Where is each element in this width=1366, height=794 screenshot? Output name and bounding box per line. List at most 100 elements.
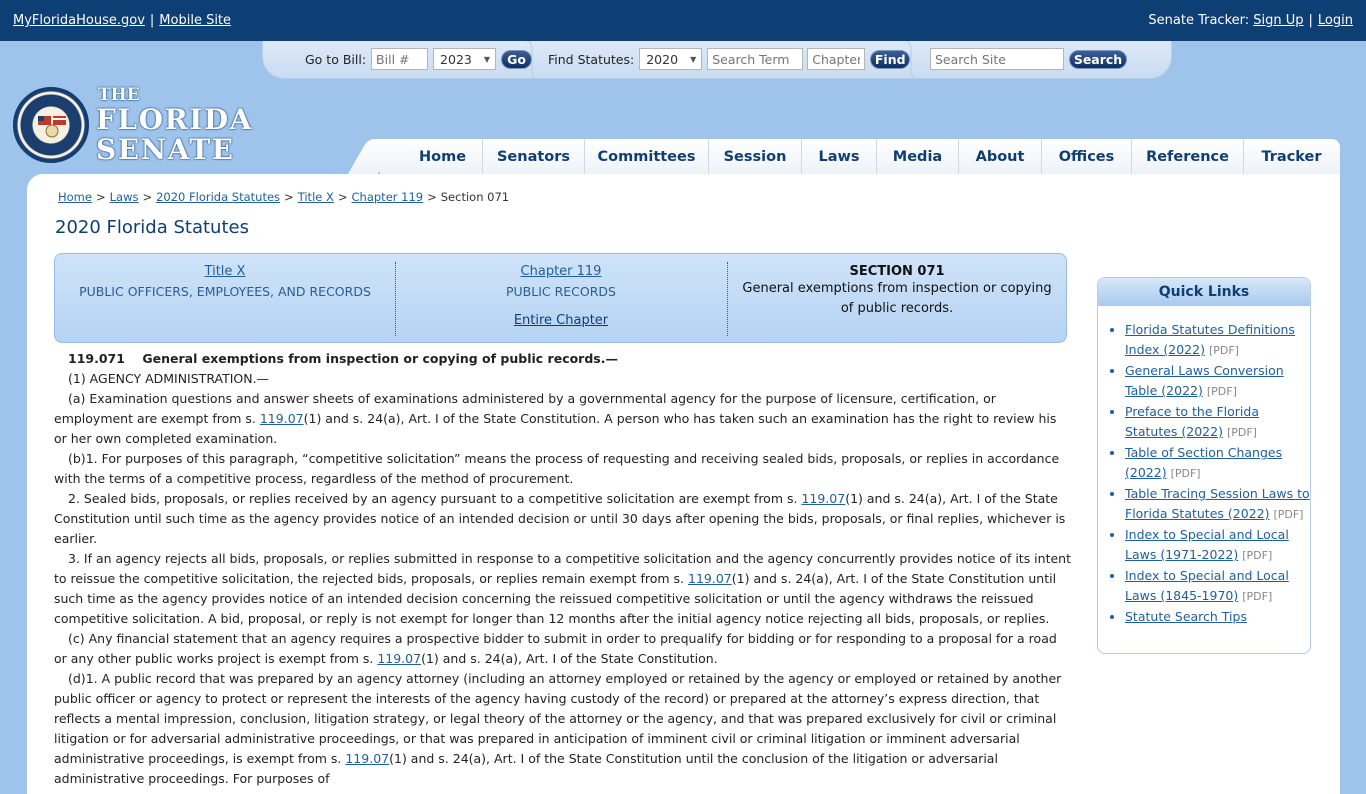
- pdf-tag: [PDF]: [1242, 549, 1273, 562]
- paragraph-b2-text: 2. Sealed bids, proposals, or replies re…: [68, 491, 802, 506]
- heading-chapter-column: Chapter 119 PUBLIC RECORDS Entire Chapte…: [395, 254, 727, 344]
- chevron-down-icon: ▼: [483, 55, 491, 64]
- list-item: Florida Statutes Definitions Index (2022…: [1125, 320, 1310, 361]
- list-item: Table of Section Changes (2022) [PDF]: [1125, 443, 1310, 484]
- quick-links-box: Quick Links Florida Statutes Definitions…: [1097, 277, 1311, 654]
- breadcrumb-chapter[interactable]: Chapter 119: [352, 190, 424, 204]
- breadcrumb-separator: >: [142, 190, 153, 204]
- list-item: General Laws Conversion Table (2022) [PD…: [1125, 361, 1310, 402]
- nav-offices[interactable]: Offices: [1042, 139, 1132, 174]
- nav-session[interactable]: Session: [709, 139, 802, 174]
- senate-seal-icon: [13, 87, 89, 163]
- quick-links-list: Florida Statutes Definitions Index (2022…: [1098, 320, 1310, 627]
- list-item: Statute Search Tips: [1125, 607, 1310, 627]
- site-search-input[interactable]: [930, 48, 1064, 70]
- title-name: PUBLIC OFFICERS, EMPLOYEES, AND RECORDS: [79, 284, 371, 299]
- paragraph-c-text-2: (1) and s. 24(a), Art. I of the State Co…: [421, 651, 718, 666]
- list-item: Table Tracing Session Laws to Florida St…: [1125, 484, 1310, 525]
- bill-number-input[interactable]: [371, 48, 429, 70]
- bill-year-select[interactable]: 2023 ▼: [433, 48, 497, 70]
- section-label: SECTION 071: [849, 264, 945, 279]
- breadcrumb-separator: >: [337, 190, 348, 204]
- go-to-bill-group: Go to Bill: 2023▼ Go: [305, 48, 533, 70]
- go-to-bill-label: Go to Bill:: [305, 51, 367, 67]
- quick-links-title: Quick Links: [1098, 278, 1310, 306]
- subsection-1: (1) AGENCY ADMINISTRATION.—: [68, 371, 270, 386]
- heading-title-column: Title X PUBLIC OFFICERS, EMPLOYEES, AND …: [55, 254, 395, 344]
- paragraph-b1: (b)1. For purposes of this paragraph, “c…: [54, 451, 1060, 486]
- heading-section-column: SECTION 071 General exemptions from insp…: [727, 254, 1067, 344]
- tray-divider: [905, 41, 917, 79]
- chapter-link[interactable]: Chapter 119: [521, 264, 602, 279]
- breadcrumb-statutes[interactable]: 2020 Florida Statutes: [156, 190, 280, 204]
- statute-text: 119.071 General exemptions from inspecti…: [54, 349, 1072, 789]
- breadcrumb: Home > Laws >2020 Florida Statutes > Title X >…: [58, 190, 509, 204]
- nav-about[interactable]: About: [959, 139, 1042, 174]
- nav-media[interactable]: Media: [877, 139, 959, 174]
- statute-119-07-link[interactable]: 119.07: [688, 571, 732, 586]
- find-statutes-group: Find Statutes: 2020▼ Find: [548, 48, 911, 70]
- paragraph-c: (c) Any financial statement that an agen…: [54, 629, 1072, 669]
- top-bar-left: MyFloridaHouse.gov | Mobile Site: [13, 13, 231, 28]
- top-bar: MyFloridaHouse.gov | Mobile Site Senate Tr…: [0, 0, 1366, 41]
- chapter-input[interactable]: [807, 48, 866, 70]
- top-separator-right: |: [1308, 13, 1313, 28]
- search-tray: Go to Bill: 2023▼ Go Find Statutes: 2020…: [262, 41, 1172, 79]
- list-item: Index to Special and Local Laws (1845-19…: [1125, 566, 1310, 607]
- content-panel: Home > Laws >2020 Florida Statutes > Title X >…: [27, 174, 1340, 794]
- pdf-tag: [PDF]: [1242, 590, 1273, 603]
- nav-home[interactable]: Home: [403, 139, 483, 174]
- nav-senators[interactable]: Senators: [483, 139, 585, 174]
- catchline-text: General exemptions from inspection or co…: [142, 351, 618, 366]
- nav-laws[interactable]: Laws: [802, 139, 877, 174]
- breadcrumb-laws[interactable]: Laws: [110, 190, 139, 204]
- senate-tracker-label: Senate Tracker:: [1148, 13, 1250, 28]
- chevron-down-icon: ▼: [690, 55, 697, 64]
- section-name: General exemptions from inspection or co…: [742, 281, 1052, 316]
- site-search-button[interactable]: Search: [1069, 49, 1127, 69]
- breadcrumb-separator: >: [427, 190, 437, 204]
- statute-catchline: 119.071 General exemptions from inspecti…: [54, 349, 1072, 369]
- pdf-tag: [PDF]: [1273, 508, 1304, 521]
- myfloridahouse-link[interactable]: MyFloridaHouse.gov: [13, 13, 145, 28]
- list-item: Preface to the Florida Statutes (2022) […: [1125, 402, 1310, 443]
- breadcrumb-current: Section 071: [440, 190, 510, 204]
- entire-chapter-link[interactable]: Entire Chapter: [514, 313, 608, 328]
- mobile-site-link[interactable]: Mobile Site: [159, 13, 231, 28]
- pdf-tag: [PDF]: [1206, 385, 1237, 398]
- chapter-name: PUBLIC RECORDS: [505, 284, 616, 299]
- seal-flags-icon: [38, 116, 66, 138]
- statute-heading-box: Title X PUBLIC OFFICERS, EMPLOYEES, AND …: [54, 253, 1067, 343]
- statute-119-07-link[interactable]: 119.07: [260, 411, 304, 426]
- paragraph-b3: 3. If an agency rejects all bids, propos…: [54, 549, 1072, 629]
- quick-link-search-tips[interactable]: Statute Search Tips: [1125, 609, 1247, 624]
- breadcrumb-separator: >: [284, 190, 294, 204]
- statute-119-07-link[interactable]: 119.07: [345, 751, 389, 766]
- florida-senate-logo[interactable]: THE FLORIDA SENATE: [13, 87, 251, 167]
- paragraph-d1: (d)1. A public record that was prepared …: [54, 669, 1072, 789]
- statute-119-07-link[interactable]: 119.07: [801, 491, 845, 506]
- statute-year-value: 2020: [646, 52, 679, 67]
- logo-senate: SENATE: [96, 133, 235, 166]
- breadcrumb-home[interactable]: Home: [58, 190, 92, 204]
- statute-year-select[interactable]: 2020 ▼: [639, 48, 703, 70]
- list-item: Index to Special and Local Laws (1971-20…: [1125, 525, 1310, 566]
- main-nav-items: Home Senators Committees Session Laws Me…: [403, 139, 1339, 174]
- nav-tracker[interactable]: Tracker: [1244, 139, 1339, 174]
- nav-committees[interactable]: Committees: [585, 139, 709, 174]
- logo-florida: FLORIDA: [96, 103, 253, 136]
- search-term-input[interactable]: [707, 48, 804, 70]
- statute-119-07-link[interactable]: 119.07: [377, 651, 421, 666]
- login-link[interactable]: Login: [1318, 13, 1353, 28]
- nav-reference[interactable]: Reference: [1132, 139, 1244, 174]
- quick-link-section-changes[interactable]: Table of Section Changes (2022): [1125, 445, 1282, 480]
- breadcrumb-title[interactable]: Title X: [298, 190, 334, 204]
- pdf-tag: [PDF]: [1170, 467, 1201, 480]
- title-link[interactable]: Title X: [205, 264, 246, 279]
- quick-link-conversion-table[interactable]: General Laws Conversion Table (2022): [1125, 363, 1284, 398]
- breadcrumb-separator: >: [95, 190, 106, 204]
- sign-up-link[interactable]: Sign Up: [1253, 13, 1303, 28]
- bill-year-value: 2023: [440, 52, 472, 67]
- top-bar-right: Senate Tracker: Sign Up | Login: [1148, 13, 1353, 28]
- logo-wordmark: THE FLORIDA SENATE: [96, 87, 253, 164]
